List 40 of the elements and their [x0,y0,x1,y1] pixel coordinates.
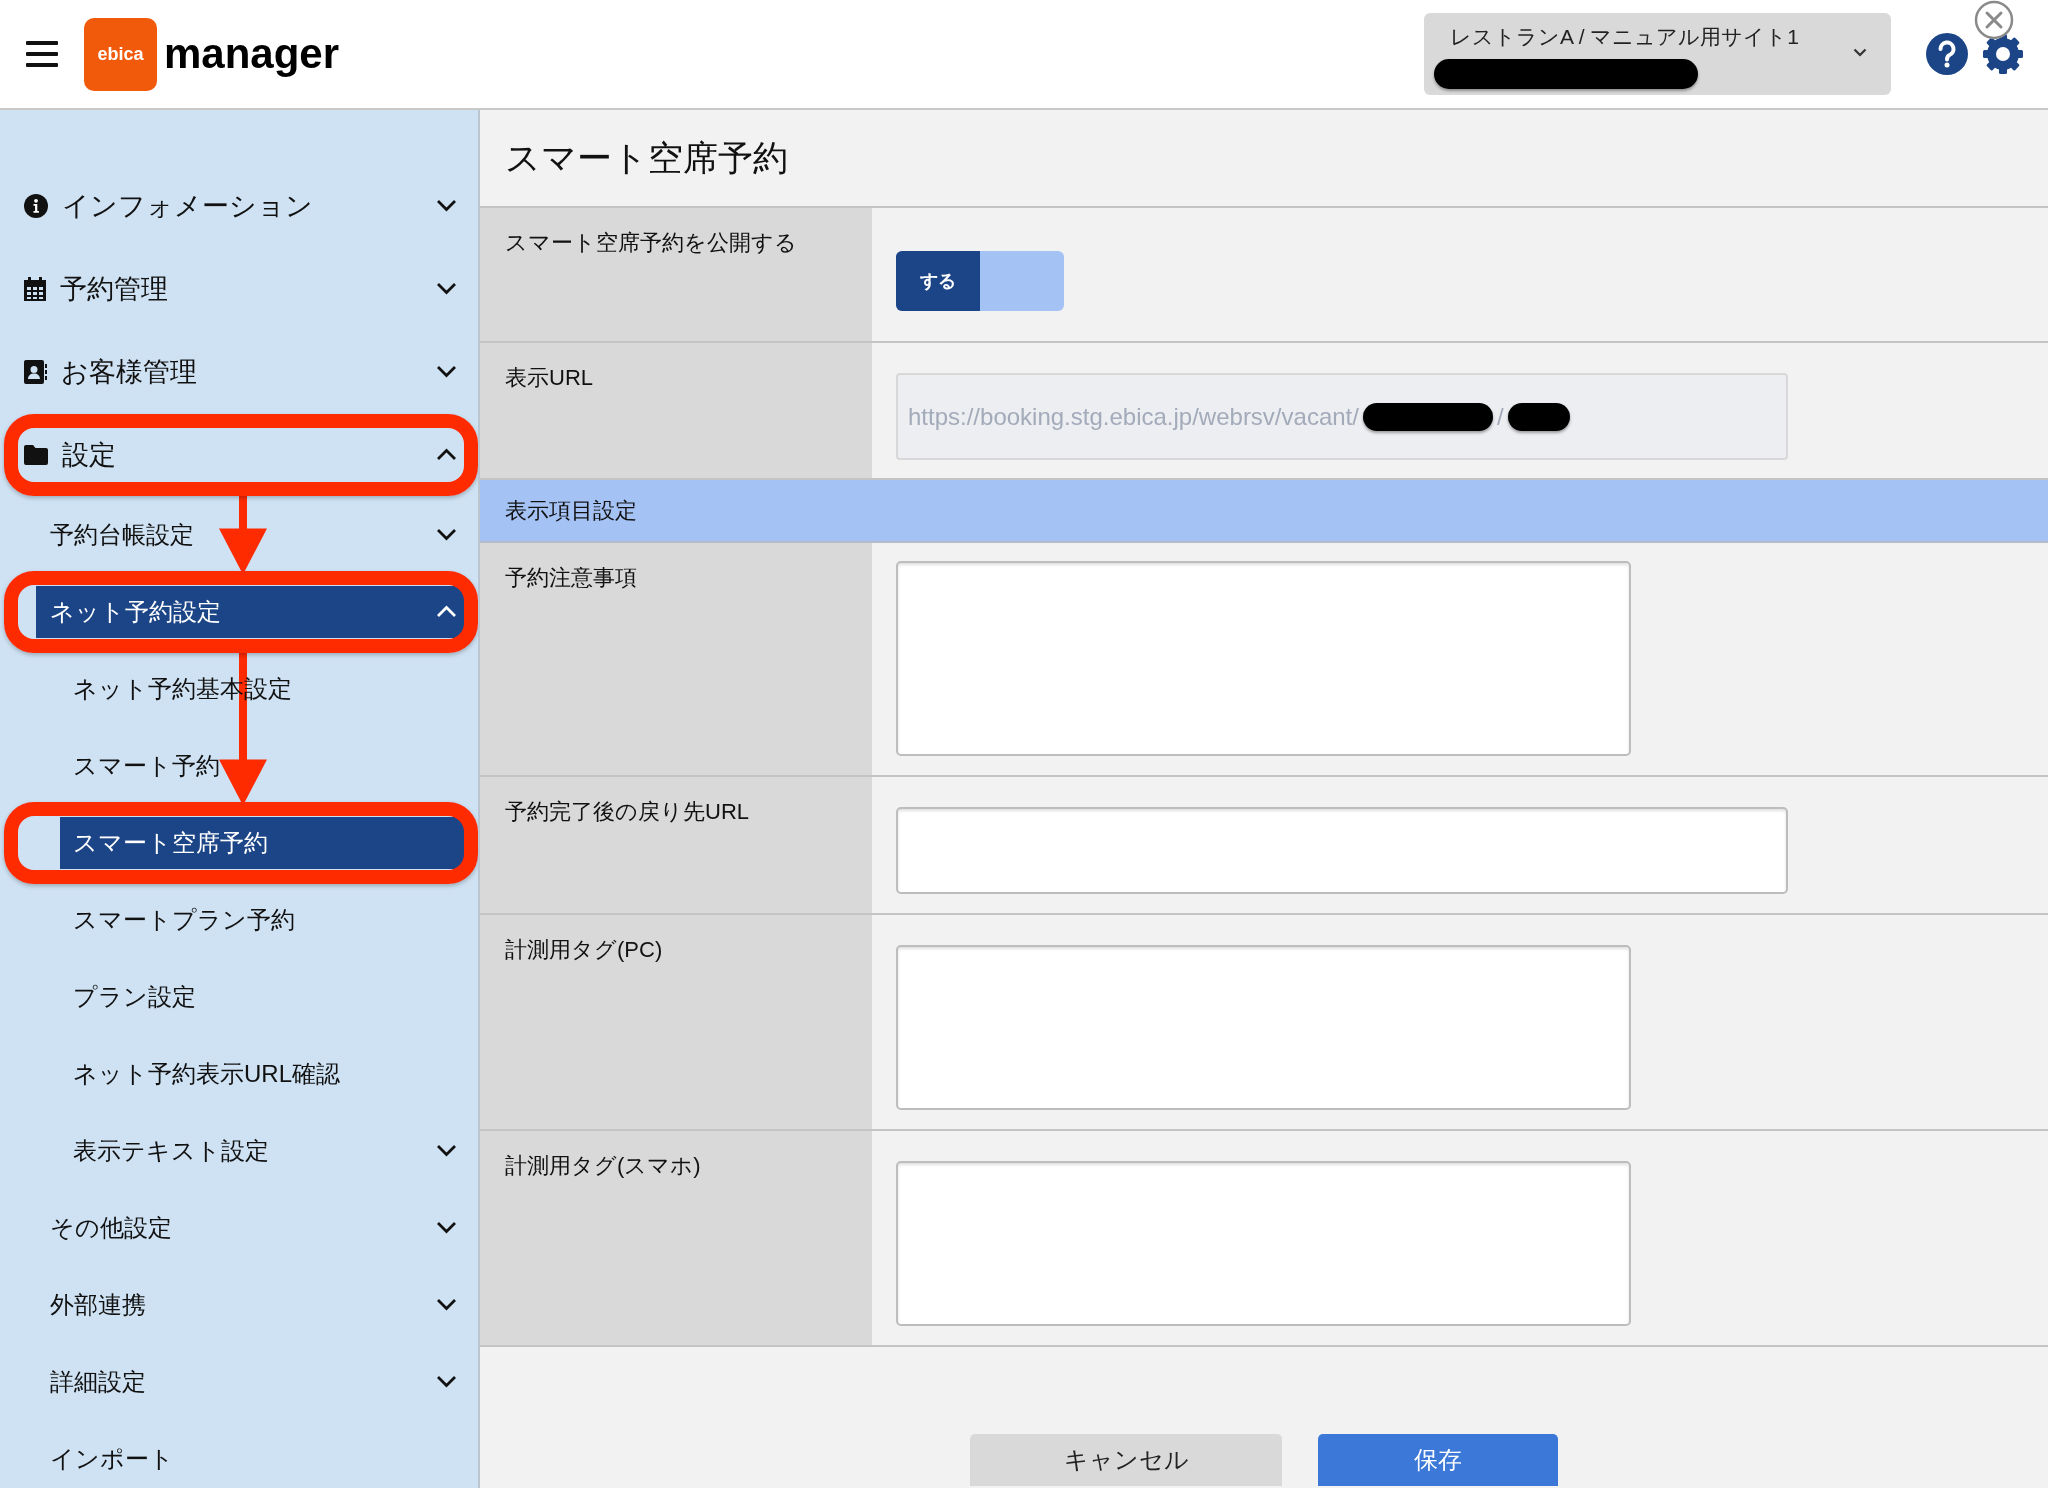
nav-item[interactable]: お客様管理 [24,345,466,398]
nav-item[interactable]: 詳細設定 [36,1355,466,1408]
folder-icon [24,444,48,465]
toggle-switch[interactable]: する [896,251,1064,311]
chevron-down-icon [1853,48,1867,57]
logo-mark: ebica [84,17,157,91]
section-header: 表示項目設定 [480,480,2048,543]
help-icon[interactable] [1926,33,1968,75]
nav-item[interactable]: 設定 [24,428,466,481]
nav-item[interactable]: その他設定 [36,1201,466,1254]
nav-item[interactable]: ネット予約表示URL確認 [60,1047,466,1100]
field-label: 予約完了後の戻り先URL [505,799,749,824]
nav-item[interactable]: 予約台帳設定 [36,508,466,561]
save-button[interactable]: 保存 [1318,1434,1558,1486]
nav-item[interactable]: 予約管理 [24,262,466,315]
nav-item[interactable]: スマート空席予約 [60,816,466,869]
field-label: 表示URL [505,365,593,390]
menu-icon[interactable] [26,41,58,67]
field-label: スマート空席予約を公開する [505,230,797,255]
nav-item[interactable]: インフォメーション [24,179,466,232]
nav-item[interactable]: 外部連携 [36,1278,466,1331]
page-title: スマート空席予約 [505,137,788,179]
field-label: 予約注意事項 [505,565,637,590]
nav-item[interactable]: スマートプラン予約 [60,893,466,946]
field-label: 計測用タグ(スマホ) [505,1153,701,1178]
calendar-icon [24,276,46,301]
redaction-bar [1507,402,1570,431]
nav-item[interactable]: スマート予約 [60,739,466,792]
nav-item[interactable]: プラン設定 [60,970,466,1023]
info-icon [24,193,48,218]
app-name: manager [164,33,340,75]
cancel-button[interactable]: キャンセル [970,1434,1282,1486]
nav-item[interactable]: 表示テキスト設定 [60,1124,466,1177]
nav-item[interactable]: ネット予約設定 [36,585,466,638]
field-label: 計測用タグ(PC) [505,937,663,962]
text-input[interactable] [896,807,1788,894]
site-selector[interactable]: レストランA / マニュアル用サイト1 [1424,13,1891,95]
nav-item[interactable]: インポート [36,1432,466,1485]
contact-card-icon [24,359,47,384]
close-icon[interactable] [1974,0,2014,40]
